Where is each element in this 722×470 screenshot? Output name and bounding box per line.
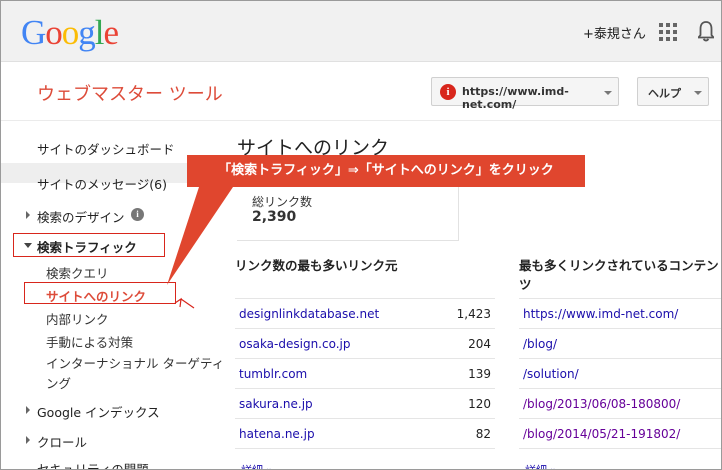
logo-letter: e	[103, 13, 120, 52]
source-domain-link[interactable]: osaka-design.co.jp	[239, 337, 351, 351]
source-link-count: 204	[468, 337, 491, 351]
top-content-heading: 最も多くリンクされているコンテンツ	[519, 258, 719, 292]
bell-icon[interactable]	[696, 21, 716, 43]
instruction-callout: 「検索トラフィック」⇒「サイトへのリンク」をクリック	[187, 155, 585, 187]
sidebar-item-internal-links[interactable]: 内部リンク	[46, 309, 109, 328]
logo-letter: g	[78, 13, 95, 52]
content-url-link[interactable]: /blog/2013/06/08-180800/	[523, 397, 680, 411]
content-url-link[interactable]: /solution/	[523, 367, 579, 381]
divider	[519, 418, 721, 419]
warning-icon: i	[440, 84, 456, 100]
divider	[519, 298, 721, 299]
divider	[235, 418, 495, 419]
sidebar-item-international-targeting-cont[interactable]: ング	[46, 373, 71, 392]
sidebar-item-security[interactable]: セキュリティの問題	[37, 459, 149, 469]
sources-more-link[interactable]: 詳細 »	[241, 462, 273, 469]
content-more-link[interactable]: 詳細 »	[525, 462, 557, 469]
sidebar-item-dashboard[interactable]: サイトのダッシュボード	[37, 139, 175, 158]
chevron-right-icon[interactable]	[26, 406, 30, 414]
browser-window: Google +泰規さん ウェブマスター ツール i https://www.i…	[0, 0, 722, 470]
source-domain-link[interactable]: tumblr.com	[239, 367, 307, 381]
chevron-down-icon[interactable]	[24, 243, 32, 248]
divider	[235, 448, 495, 449]
content-url-link[interactable]: https://www.imd-net.com/	[523, 307, 678, 321]
divider	[519, 448, 721, 449]
divider	[235, 298, 495, 299]
chevron-down-icon	[604, 91, 612, 95]
content-url-link[interactable]: /blog/	[523, 337, 557, 351]
sidebar-item-links-to-site[interactable]: サイトへのリンク	[46, 286, 146, 305]
info-icon[interactable]: i	[131, 208, 144, 221]
source-domain-link[interactable]: designlinkdatabase.net	[239, 307, 379, 321]
sidebar-item-google-index[interactable]: Google インデックス	[37, 402, 160, 421]
google-top-bar: Google +泰規さん	[1, 1, 721, 62]
help-button[interactable]: ヘルプ	[637, 77, 709, 106]
divider	[235, 358, 495, 359]
chevron-down-icon	[694, 91, 702, 95]
help-button-label: ヘルプ	[648, 87, 681, 100]
logo-letter: G	[21, 13, 46, 52]
logo-letter: o	[45, 13, 62, 52]
chevron-right-icon[interactable]	[26, 436, 30, 444]
site-selector[interactable]: i https://www.imd-net.com/	[431, 77, 619, 111]
sidebar-item-search-traffic[interactable]: 検索トラフィック	[37, 237, 137, 256]
source-link-count: 120	[468, 397, 491, 411]
divider	[519, 358, 721, 359]
divider	[235, 388, 495, 389]
webmaster-tools-header: ウェブマスター ツール i https://www.imd-net.com/ ヘ…	[1, 63, 721, 121]
sidebar-item-search-appearance[interactable]: 検索のデザイン	[37, 207, 125, 226]
site-url: https://www.imd-net.com/	[462, 85, 569, 111]
divider	[519, 328, 721, 329]
source-link-count: 82	[475, 427, 491, 441]
sidebar-item-crawl[interactable]: クロール	[37, 432, 87, 451]
sidebar-item-manual-actions[interactable]: 手動による対策	[46, 332, 133, 351]
logo-letter: l	[94, 13, 105, 52]
source-link-count: 1,423	[456, 307, 491, 321]
top-sources-heading: リンク数の最も多いリンク元	[235, 258, 398, 273]
total-links-value: 2,390	[252, 209, 297, 225]
sidebar-item-search-queries[interactable]: 検索クエリ	[46, 263, 109, 282]
sidebar-item-international-targeting[interactable]: インターナショナル ターゲティ	[46, 353, 224, 372]
logo-letter: o	[61, 13, 79, 52]
google-logo[interactable]: Google	[21, 13, 120, 53]
chevron-right-icon[interactable]	[26, 211, 30, 219]
source-domain-link[interactable]: sakura.ne.jp	[239, 397, 313, 411]
divider	[519, 388, 721, 389]
app-title[interactable]: ウェブマスター ツール	[37, 80, 223, 106]
divider	[235, 328, 495, 329]
total-links-label: 総リンク数	[252, 195, 313, 209]
sidebar-item-messages[interactable]: サイトのメッセージ(6)	[37, 174, 167, 193]
source-domain-link[interactable]: hatena.ne.jp	[239, 427, 315, 441]
user-account-link[interactable]: +泰規さん	[583, 23, 646, 42]
source-link-count: 139	[468, 367, 491, 381]
content-url-link[interactable]: /blog/2014/05/21-191802/	[523, 427, 680, 441]
apps-grid-icon[interactable]	[659, 23, 677, 41]
